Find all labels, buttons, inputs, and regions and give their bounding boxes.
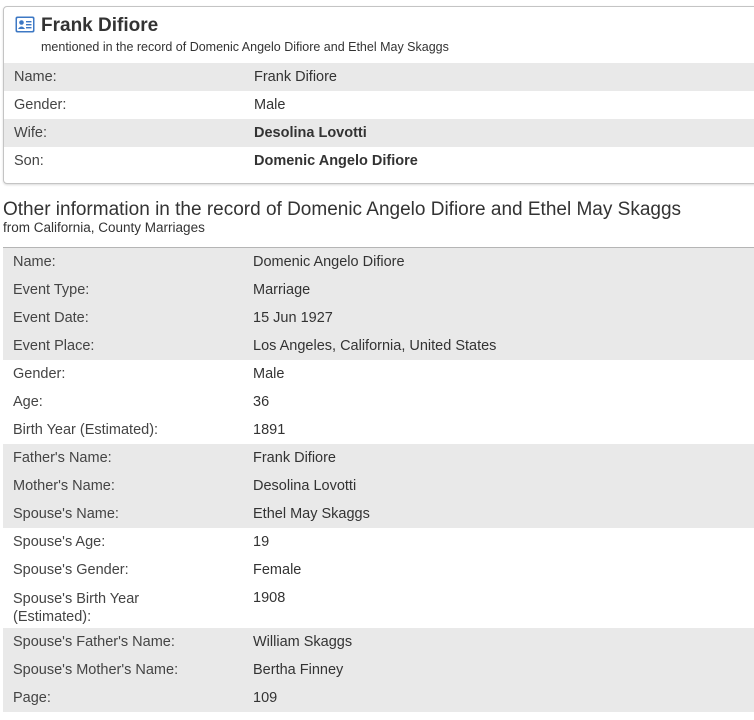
person-fields: Name: Frank Difiore Gender: Male Wife: D… [4, 63, 754, 175]
principal-name-link[interactable]: Domenic Angelo Difiore [253, 254, 405, 270]
field-label: Age: [13, 394, 43, 410]
field-value: Los Angeles, California, United States [253, 338, 497, 354]
field-label: Event Place: [13, 338, 95, 354]
field-label: Birth Year (Estimated): [13, 422, 159, 438]
record-field-row: Event Place: Los Angeles, California, Un… [3, 332, 754, 360]
son-link[interactable]: Domenic Angelo Difiore [254, 153, 418, 169]
record-field-row: Spouse's Father's Name: William Skaggs [3, 628, 754, 656]
record-field-row: Spouse's Name: Ethel May Skaggs [3, 500, 754, 528]
person-name-title: Frank Difiore [41, 15, 159, 36]
field-label: Name: [14, 69, 57, 85]
record-field-row: Spouse's Age: 19 [3, 528, 754, 556]
record-field-row: Age: 36 [3, 388, 754, 416]
spouse-mother-link[interactable]: Bertha Finney [253, 662, 343, 678]
record-source: from California, County Marriages [3, 220, 205, 235]
field-label: Event Type: [13, 282, 90, 298]
record-field-row: Event Date: 15 Jun 1927 [3, 304, 754, 332]
record-field-row: Gender: Male [3, 360, 754, 388]
record-field-row: Mother's Name: Desolina Lovotti [3, 472, 754, 500]
field-value: 36 [253, 394, 270, 410]
field-label: Page: [13, 690, 51, 706]
person-field-row: Gender: Male [4, 91, 754, 119]
field-value: Female [253, 562, 302, 578]
field-label: Spouse's Mother's Name: [13, 662, 179, 678]
record-field-row: Event Type: Marriage [3, 276, 754, 304]
field-label: Spouse's Name: [13, 506, 119, 522]
field-value: Marriage [253, 282, 311, 298]
record-field-row: Birth Year (Estimated): 1891 [3, 416, 754, 444]
record-field-row: Father's Name: Frank Difiore [3, 444, 754, 472]
person-name-link[interactable]: Frank Difiore [254, 69, 337, 85]
field-label: Gender: [13, 366, 66, 382]
field-label: Father's Name: [13, 450, 112, 466]
field-value: Male [254, 97, 286, 113]
field-label: Mother's Name: [13, 478, 115, 494]
person-card-icon [15, 16, 35, 33]
field-value: 19 [253, 534, 270, 550]
field-label: Spouse's Birth Year (Estimated): [13, 591, 140, 625]
record-field-row: Name: Domenic Angelo Difiore [3, 248, 754, 276]
person-card-header: Frank Difiore mentioned in the record of… [4, 7, 754, 63]
field-label: Event Date: [13, 310, 89, 326]
record-field-row: Spouse's Mother's Name: Bertha Finney [3, 656, 754, 684]
field-value: 15 Jun 1927 [253, 310, 333, 326]
record-field-row: Spouse's Birth Year (Estimated): 1908 [3, 584, 754, 628]
field-label: Spouse's Gender: [13, 562, 129, 578]
field-value: 1891 [253, 422, 286, 438]
field-value: Male [253, 366, 285, 382]
field-value: 1908 [253, 590, 286, 606]
field-label: Son: [14, 153, 44, 169]
spouse-father-link[interactable]: William Skaggs [253, 634, 352, 650]
field-label: Wife: [14, 125, 48, 141]
person-field-row: Wife: Desolina Lovotti [4, 119, 754, 147]
person-field-row: Son: Domenic Angelo Difiore [4, 147, 754, 175]
field-label: Gender: [14, 97, 67, 113]
field-label: Spouse's Father's Name: [13, 634, 175, 650]
field-value: Frank Difiore [253, 450, 336, 466]
record-field-row: Spouse's Gender: Female [3, 556, 754, 584]
mother-name-link[interactable]: Desolina Lovotti [253, 478, 356, 494]
record-field-row: Page: 109 [3, 684, 754, 712]
record-fields: Name: Domenic Angelo Difiore Event Type:… [3, 248, 754, 712]
wife-link[interactable]: Desolina Lovotti [254, 125, 367, 141]
field-value: 109 [253, 690, 278, 706]
person-card: Frank Difiore mentioned in the record of… [3, 6, 754, 184]
person-field-row: Name: Frank Difiore [4, 63, 754, 91]
field-label: Spouse's Age: [13, 534, 106, 550]
person-record-mention: mentioned in the record of Domenic Angel… [41, 40, 449, 54]
field-label: Name: [13, 254, 56, 270]
spouse-name-link[interactable]: Ethel May Skaggs [253, 506, 370, 522]
record-section-title: Other information in the record of Domen… [3, 199, 682, 220]
